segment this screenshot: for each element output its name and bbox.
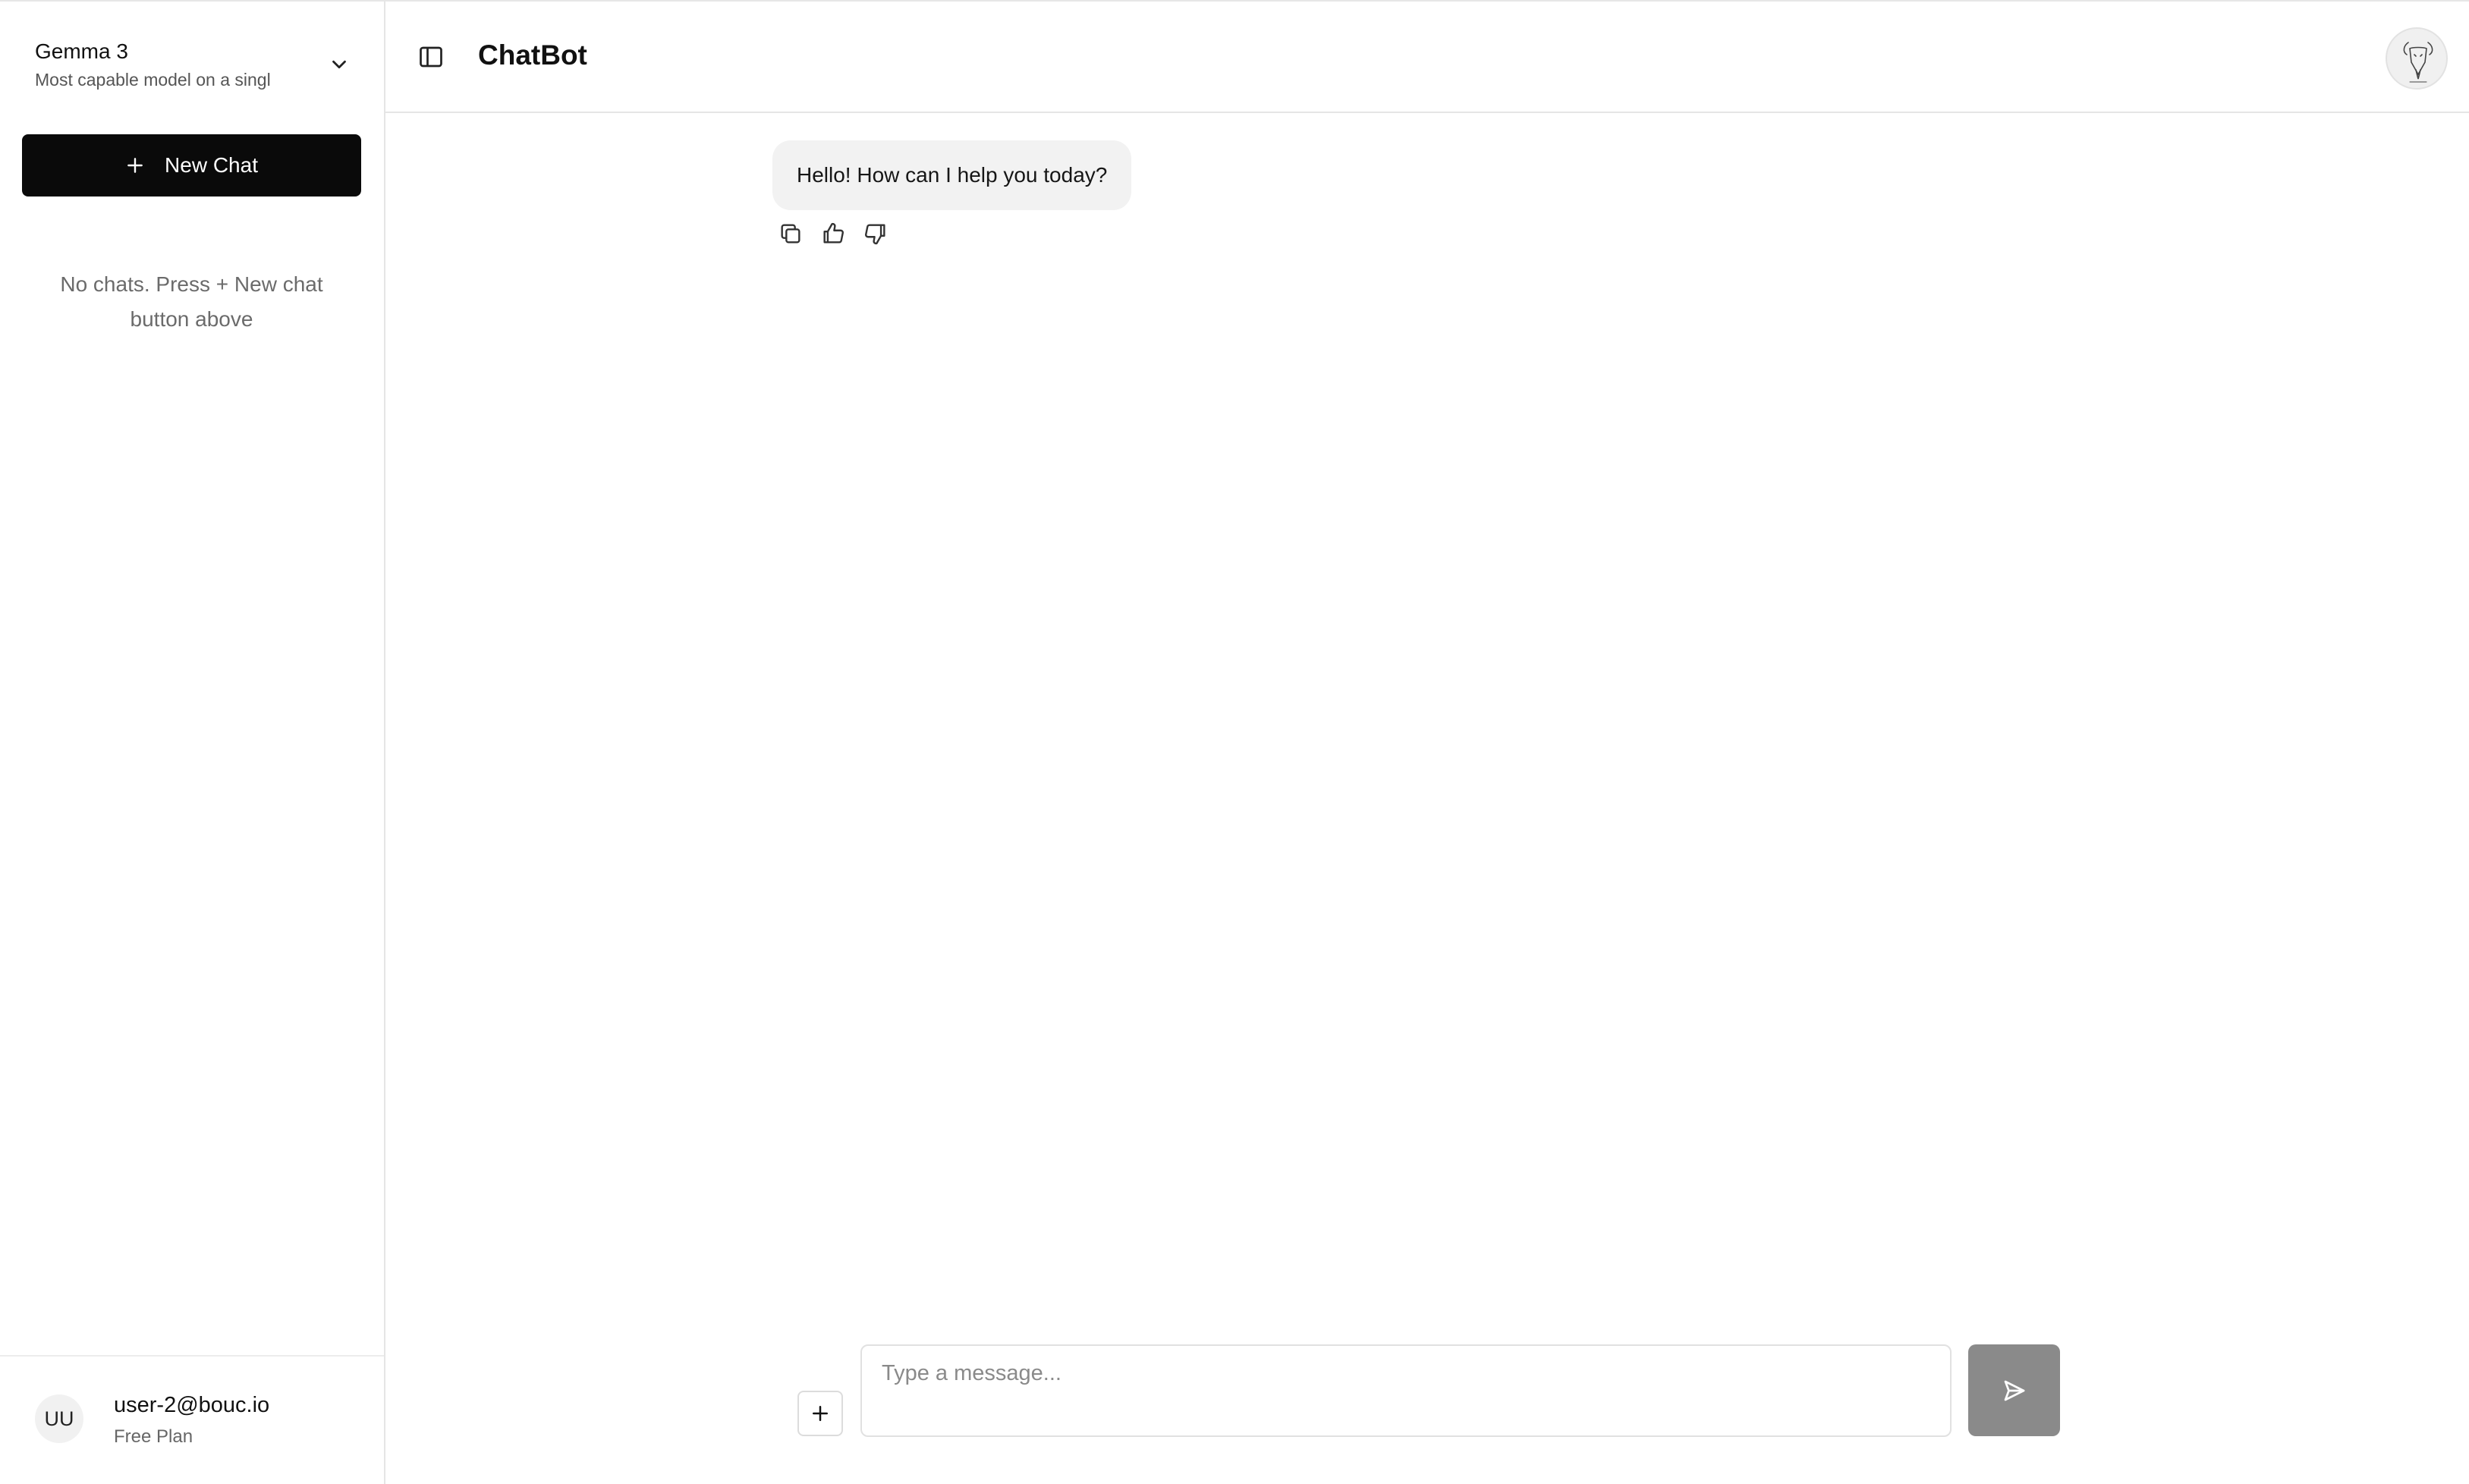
new-chat-button[interactable]: New Chat: [22, 134, 361, 197]
thumbs-up-icon[interactable]: [820, 221, 846, 247]
user-profile[interactable]: UU user-2@bouc.io Free Plan: [0, 1355, 384, 1484]
new-chat-label: New Chat: [165, 153, 258, 177]
chat-app: Gemma 3 Most capable model on a singl Ne…: [0, 0, 2469, 1484]
chevron-down-icon[interactable]: [328, 53, 351, 76]
plus-icon: [127, 158, 143, 173]
goat-logo-icon: [2403, 42, 2433, 83]
model-selector[interactable]: Gemma 3 Most capable model on a singl: [21, 24, 364, 103]
attach-button[interactable]: [797, 1391, 843, 1436]
send-button[interactable]: [1968, 1344, 2060, 1436]
plus-icon: [813, 1406, 828, 1421]
message-input[interactable]: [860, 1344, 1952, 1437]
send-icon: [2004, 1380, 2024, 1401]
top-header: ChatBot: [385, 2, 2469, 113]
thumbs-down-icon[interactable]: [863, 221, 889, 247]
copy-icon[interactable]: [778, 221, 804, 247]
user-email: user-2@bouc.io: [114, 1393, 270, 1417]
user-avatar: UU: [35, 1394, 83, 1443]
empty-chats-message: No chats. Press + New chat button above: [60, 272, 323, 331]
message-actions: [778, 221, 889, 247]
bot-logo-avatar[interactable]: [2386, 27, 2448, 90]
page-title: ChatBot: [478, 39, 587, 71]
sidebar: Gemma 3 Most capable model on a singl Ne…: [0, 2, 385, 1484]
assistant-message: Hello! How can I help you today?: [772, 140, 1132, 210]
sidebar-toggle-icon[interactable]: [417, 43, 445, 71]
model-name: Gemma 3: [35, 39, 128, 63]
user-plan: Free Plan: [114, 1426, 193, 1447]
model-description: Most capable model on a singl: [35, 70, 271, 90]
